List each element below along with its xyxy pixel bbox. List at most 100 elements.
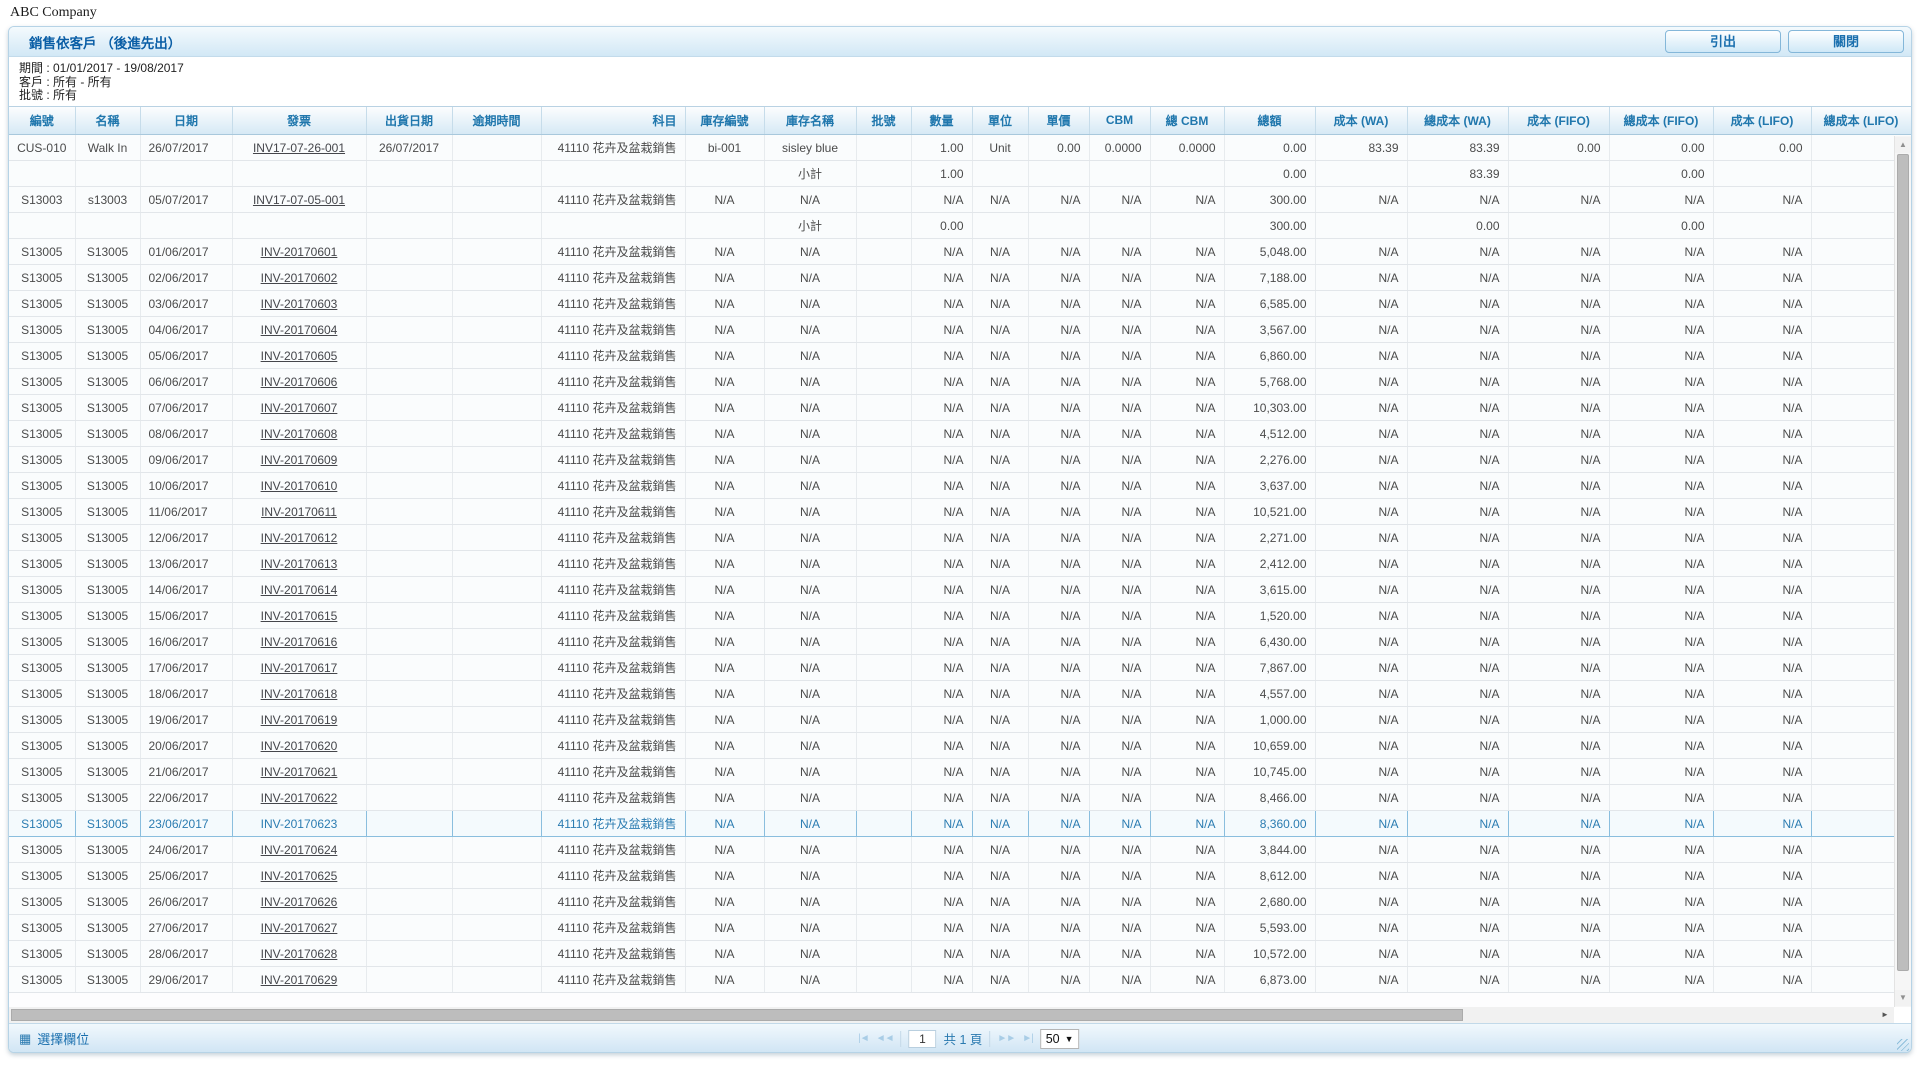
column-header-10[interactable]: 數量 [911,107,972,135]
invoice-link[interactable]: INV-20170617 [261,661,338,675]
table-row[interactable]: S13003s1300305/07/2017INV17-07-05-001411… [9,187,1911,213]
horizontal-scrollbar-thumb[interactable] [11,1009,1463,1021]
table-row[interactable]: S13005S1300514/06/2017INV-2017061441110 … [9,577,1911,603]
column-header-21[interactable]: 總成本 (LIFO) [1811,107,1911,135]
column-header-1[interactable]: 名稱 [75,107,140,135]
invoice-link[interactable]: INV-20170612 [261,531,338,545]
invoice-link[interactable]: INV17-07-26-001 [253,141,345,155]
invoice-link[interactable]: INV-20170623 [261,817,338,831]
resize-grip[interactable] [1897,1039,1909,1051]
invoice-link[interactable]: INV-20170608 [261,427,338,441]
invoice-link[interactable]: INV-20170607 [261,401,338,415]
invoice-link[interactable]: INV-20170626 [261,895,338,909]
page-number-input[interactable] [908,1030,936,1048]
export-button[interactable]: 引出 [1665,30,1781,53]
table-row[interactable]: S13005S1300505/06/2017INV-2017060541110 … [9,343,1911,369]
column-header-3[interactable]: 發票 [232,107,366,135]
table-row[interactable]: S13005S1300502/06/2017INV-2017060241110 … [9,265,1911,291]
table-row[interactable]: S13005S1300517/06/2017INV-2017061741110 … [9,655,1911,681]
next-page-icon[interactable]: ►► [997,1033,1015,1044]
table-row[interactable]: S13005S1300512/06/2017INV-2017061241110 … [9,525,1911,551]
invoice-link[interactable]: INV-20170616 [261,635,338,649]
table-row[interactable]: S13005S1300511/06/2017INV-2017061141110 … [9,499,1911,525]
invoice-link[interactable]: INV-20170601 [261,245,338,259]
table-row[interactable]: S13005S1300529/06/2017INV-2017062941110 … [9,967,1911,993]
invoice-link[interactable]: INV-20170610 [261,479,338,493]
table-row[interactable]: S13005S1300524/06/2017INV-2017062441110 … [9,837,1911,863]
scroll-right-icon[interactable]: ► [1878,1007,1892,1023]
table-row[interactable]: S13005S1300525/06/2017INV-2017062541110 … [9,863,1911,889]
invoice-link[interactable]: INV17-07-05-001 [253,193,345,207]
column-header-20[interactable]: 成本 (LIFO) [1713,107,1811,135]
table-row[interactable]: S13005S1300509/06/2017INV-2017060941110 … [9,447,1911,473]
table-row[interactable]: S13005S1300522/06/2017INV-2017062241110 … [9,785,1911,811]
last-page-icon[interactable]: ►| [1022,1033,1033,1044]
column-header-8[interactable]: 庫存名稱 [764,107,856,135]
table-row[interactable]: S13005S1300521/06/2017INV-2017062141110 … [9,759,1911,785]
table-row[interactable]: S13005S1300527/06/2017INV-2017062741110 … [9,915,1911,941]
column-header-18[interactable]: 成本 (FIFO) [1508,107,1609,135]
column-header-12[interactable]: 單價 [1028,107,1089,135]
invoice-link[interactable]: INV-20170621 [261,765,338,779]
column-header-19[interactable]: 總成本 (FIFO) [1609,107,1713,135]
scroll-down-icon[interactable]: ▼ [1895,990,1911,1006]
invoice-link[interactable]: INV-20170609 [261,453,338,467]
invoice-link[interactable]: INV-20170628 [261,947,338,961]
table-row[interactable]: CUS-010Walk In26/07/2017INV17-07-26-0012… [9,135,1911,161]
table-row[interactable]: S13005S1300508/06/2017INV-2017060841110 … [9,421,1911,447]
column-header-6[interactable]: 科目 [541,107,685,135]
invoice-link[interactable]: INV-20170619 [261,713,338,727]
vertical-scrollbar-thumb[interactable] [1897,154,1909,971]
table-row[interactable]: S13005S1300520/06/2017INV-2017062041110 … [9,733,1911,759]
table-row[interactable]: S13005S1300506/06/2017INV-2017060641110 … [9,369,1911,395]
invoice-link[interactable]: INV-20170615 [261,609,338,623]
invoice-link[interactable]: INV-20170620 [261,739,338,753]
column-header-7[interactable]: 庫存編號 [685,107,764,135]
subtotal-row[interactable]: 小計0.00300.000.000.00 [9,213,1911,239]
column-header-15[interactable]: 總額 [1224,107,1315,135]
table-row[interactable]: S13005S1300501/06/2017INV-2017060141110 … [9,239,1911,265]
invoice-link[interactable]: INV-20170611 [261,505,337,519]
column-header-17[interactable]: 總成本 (WA) [1407,107,1508,135]
horizontal-scrollbar[interactable]: ► [9,1007,1894,1023]
table-row[interactable]: S13005S1300518/06/2017INV-2017061841110 … [9,681,1911,707]
column-header-13[interactable]: CBM [1089,107,1150,135]
table-row[interactable]: S13005S1300507/06/2017INV-2017060741110 … [9,395,1911,421]
vertical-scrollbar[interactable]: ▲ ▼ [1894,136,1911,1007]
table-row[interactable]: S13005S1300504/06/2017INV-2017060441110 … [9,317,1911,343]
invoice-link[interactable]: INV-20170614 [261,583,338,597]
page-size-select[interactable]: 50 ▼ [1040,1029,1080,1049]
table-row[interactable]: S13005S1300510/06/2017INV-2017061041110 … [9,473,1911,499]
invoice-link[interactable]: INV-20170603 [261,297,338,311]
invoice-link[interactable]: INV-20170606 [261,375,338,389]
table-row[interactable]: S13005S1300519/06/2017INV-2017061941110 … [9,707,1911,733]
invoice-link[interactable]: INV-20170618 [261,687,338,701]
invoice-link[interactable]: INV-20170624 [261,843,338,857]
table-row[interactable]: S13005S1300528/06/2017INV-2017062841110 … [9,941,1911,967]
invoice-link[interactable]: INV-20170602 [261,271,338,285]
invoice-link[interactable]: INV-20170629 [261,973,338,987]
scroll-up-icon[interactable]: ▲ [1895,137,1911,153]
column-header-0[interactable]: 編號 [9,107,75,135]
select-columns-button[interactable]: ▦ 選擇欄位 [19,1029,89,1048]
table-row[interactable]: S13005S1300515/06/2017INV-2017061541110 … [9,603,1911,629]
column-header-2[interactable]: 日期 [140,107,232,135]
column-header-11[interactable]: 單位 [972,107,1028,135]
invoice-link[interactable]: INV-20170625 [261,869,338,883]
table-row[interactable]: S13005S1300523/06/2017INV-2017062341110 … [9,811,1911,837]
column-header-9[interactable]: 批號 [856,107,911,135]
column-header-16[interactable]: 成本 (WA) [1315,107,1407,135]
table-row[interactable]: S13005S1300503/06/2017INV-2017060341110 … [9,291,1911,317]
column-header-4[interactable]: 出貨日期 [366,107,452,135]
table-row[interactable]: S13005S1300526/06/2017INV-2017062641110 … [9,889,1911,915]
prev-page-icon[interactable]: ◄◄ [876,1033,894,1044]
invoice-link[interactable]: INV-20170627 [261,921,338,935]
table-row[interactable]: S13005S1300513/06/2017INV-2017061341110 … [9,551,1911,577]
close-button[interactable]: 關閉 [1788,30,1904,53]
first-page-icon[interactable]: |◄ [858,1033,869,1044]
column-header-5[interactable]: 逾期時間 [452,107,541,135]
subtotal-row[interactable]: 小計1.000.0083.390.00 [9,161,1911,187]
table-row[interactable]: S13005S1300516/06/2017INV-2017061641110 … [9,629,1911,655]
invoice-link[interactable]: INV-20170622 [261,791,338,805]
invoice-link[interactable]: INV-20170605 [261,349,338,363]
